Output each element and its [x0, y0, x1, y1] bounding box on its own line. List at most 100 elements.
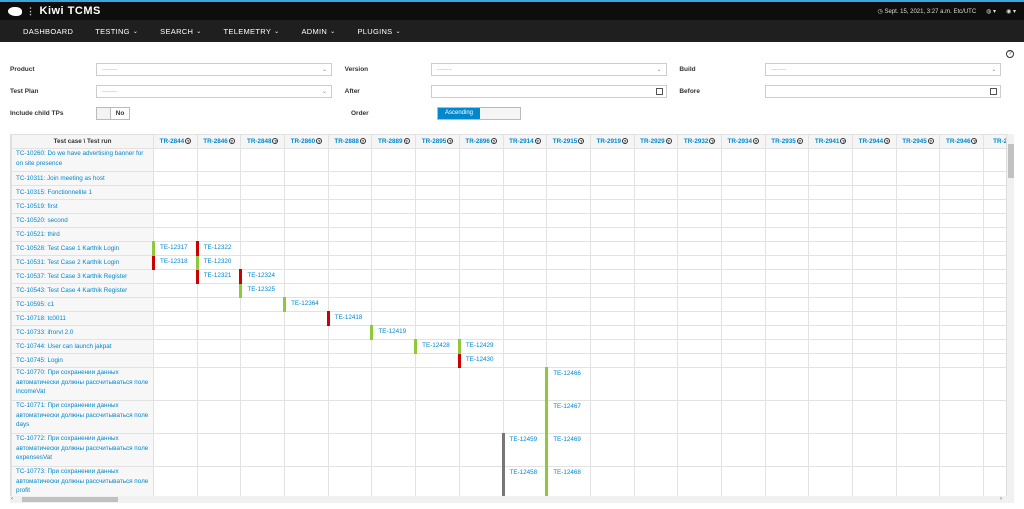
scroll-thumb[interactable]	[1008, 144, 1014, 178]
test-case-link[interactable]: TC-10521: third	[11, 227, 154, 242]
product-select[interactable]: --------- ⌄	[96, 62, 332, 76]
order-other[interactable]	[480, 107, 520, 119]
help-icon[interactable]: ?	[796, 138, 803, 145]
test-run-link[interactable]: TR-2941	[815, 138, 840, 145]
help-icon[interactable]: ?	[971, 138, 978, 145]
test-execution-link[interactable]: TE-12321	[204, 272, 232, 279]
test-execution-link[interactable]: TE-12469	[553, 436, 581, 443]
test-run-link[interactable]: TR-2896	[465, 138, 490, 145]
test-run-header[interactable]: TR-2895?	[415, 134, 460, 149]
help-icon[interactable]: ?	[578, 138, 585, 145]
version-select[interactable]: --------- ⌄	[430, 62, 667, 76]
matrix-cell[interactable]: TE-12320	[195, 255, 242, 270]
test-case-link[interactable]: TC-10773: При сохранении данных автомати…	[11, 466, 154, 496]
nav-item-search[interactable]: SEARCH ⌄	[149, 27, 212, 36]
help-icon[interactable]: ?	[490, 138, 497, 145]
test-run-link[interactable]: TR-2914	[509, 138, 534, 145]
test-run-link[interactable]: TR-2929	[640, 138, 665, 145]
help-icon[interactable]: ?	[534, 138, 541, 145]
calendar-icon[interactable]	[990, 87, 998, 95]
include-child-toggle[interactable]: No	[96, 106, 130, 120]
test-run-link[interactable]: TR-2944	[859, 138, 884, 145]
scroll-thumb[interactable]	[22, 497, 118, 502]
help-menu-icon[interactable]: ◉ ▾	[1006, 8, 1016, 15]
matrix-cell[interactable]: TE-12419	[370, 325, 417, 340]
help-icon[interactable]: ?	[621, 138, 628, 145]
test-execution-link[interactable]: TE-12458	[510, 469, 538, 476]
test-execution-link[interactable]: TE-12430	[466, 356, 494, 363]
test-run-link[interactable]: TR-2860	[291, 138, 316, 145]
test-execution-link[interactable]: TE-12419	[378, 328, 406, 335]
nav-item-plugins[interactable]: PLUGINS ⌄	[346, 27, 411, 36]
test-case-link[interactable]: TC-10519: first	[11, 199, 154, 214]
test-run-header[interactable]: TR-2934?	[720, 134, 766, 149]
test-run-link[interactable]: TR-2919	[596, 138, 621, 145]
test-execution-link[interactable]: TE-12468	[553, 469, 581, 476]
matrix-cell[interactable]: TE-12364	[283, 297, 329, 312]
horizontal-scrollbar[interactable]: ‹ ›	[10, 496, 1014, 503]
help-icon[interactable]: ?	[840, 138, 847, 145]
matrix-cell[interactable]: TE-12418	[326, 311, 373, 326]
test-run-header[interactable]: TR-2929?	[633, 134, 679, 149]
test-run-link[interactable]: TR-2946	[946, 138, 971, 145]
test-case-link[interactable]: TC-10543: Test Case 4 Karthik Register	[11, 283, 154, 298]
test-run-link[interactable]: TR-2848	[247, 138, 272, 145]
calendar-icon[interactable]	[655, 87, 663, 95]
test-execution-link[interactable]: TE-12459	[510, 436, 538, 443]
matrix-cell[interactable]: TE-12317	[152, 241, 198, 256]
matrix-cell[interactable]: TE-12428	[414, 339, 460, 354]
test-run-header[interactable]: TR-2860?	[284, 134, 329, 149]
test-run-link[interactable]: TR-2932	[684, 138, 709, 145]
matrix-cell[interactable]: TE-12459	[501, 433, 548, 467]
test-case-link[interactable]: TC-10595: c1	[11, 297, 154, 312]
test-case-link[interactable]: TC-10528: Test Case 1 Karthik Login	[11, 241, 154, 256]
test-run-header[interactable]: TR-2935?	[764, 134, 810, 149]
help-icon[interactable]: ?	[709, 138, 716, 145]
matrix-cell[interactable]: TE-12430	[457, 353, 504, 368]
test-case-link[interactable]: TC-10520: second	[11, 213, 154, 228]
test-execution-link[interactable]: TE-12418	[335, 314, 363, 321]
test-run-header[interactable]: TR-2941?	[808, 134, 853, 149]
test-execution-link[interactable]: TE-12364	[291, 300, 319, 307]
build-select[interactable]: --------- ⌄	[765, 62, 1002, 76]
matrix-cell[interactable]: TE-12322	[195, 241, 242, 256]
after-date-input[interactable]	[430, 84, 667, 98]
nav-item-dashboard[interactable]: DASHBOARD	[12, 27, 84, 36]
help-icon[interactable]: ?	[927, 138, 934, 145]
test-run-link[interactable]: TR-2934	[728, 138, 753, 145]
order-ascending[interactable]: Ascending	[438, 107, 480, 119]
matrix-cell[interactable]: TE-12318	[152, 255, 198, 270]
test-execution-link[interactable]: TE-12320	[204, 258, 232, 265]
nav-item-admin[interactable]: ADMIN ⌄	[290, 27, 346, 36]
test-execution-link[interactable]: TE-12325	[247, 286, 275, 293]
test-run-header[interactable]: TR-2896?	[458, 134, 504, 149]
scroll-right-icon[interactable]: ›	[1000, 496, 1002, 502]
matrix-cell[interactable]: TE-12429	[457, 339, 504, 354]
test-run-header[interactable]: TR-2946?	[939, 134, 985, 149]
nav-item-telemetry[interactable]: TELEMETRY ⌄	[213, 27, 291, 36]
matrix-cell[interactable]: TE-12468	[545, 466, 591, 496]
test-run-header[interactable]: TR-2844?	[153, 134, 198, 149]
test-run-link[interactable]: TR-2895	[422, 138, 447, 145]
test-run-link[interactable]: TR-2889	[378, 138, 403, 145]
matrix-cell[interactable]: TE-12469	[545, 433, 591, 467]
matrix-cell[interactable]: TE-12321	[195, 269, 242, 284]
test-run-header[interactable]: TR-2919?	[589, 134, 635, 149]
test-execution-link[interactable]: TE-12428	[422, 342, 450, 349]
test-run-link[interactable]: TR-2844	[160, 138, 185, 145]
test-case-link[interactable]: TC-10718: tc0011	[11, 311, 154, 326]
test-execution-link[interactable]: TE-12467	[553, 403, 581, 410]
help-icon[interactable]: ?	[403, 138, 410, 145]
test-run-link[interactable]: TR-2945	[902, 138, 927, 145]
help-icon[interactable]: ?	[665, 138, 672, 145]
test-case-link[interactable]: TC-10744: User can launch jakpat	[11, 339, 154, 354]
test-run-header[interactable]: TR-2914?	[502, 134, 548, 149]
order-toggle[interactable]: Ascending	[437, 106, 521, 120]
test-execution-link[interactable]: TE-12322	[204, 244, 232, 251]
help-icon[interactable]: ?	[359, 138, 366, 145]
test-case-link[interactable]: TC-10531: Test Case 2 Karthik Login	[11, 255, 154, 270]
test-case-link[interactable]: TC-10745: Login	[11, 353, 154, 368]
test-case-link[interactable]: TC-10260: Do we have advertising banner …	[11, 148, 154, 172]
test-case-link[interactable]: TC-10315: Fonctionnelite 1	[11, 185, 154, 200]
test-execution-link[interactable]: TE-12466	[553, 370, 581, 377]
